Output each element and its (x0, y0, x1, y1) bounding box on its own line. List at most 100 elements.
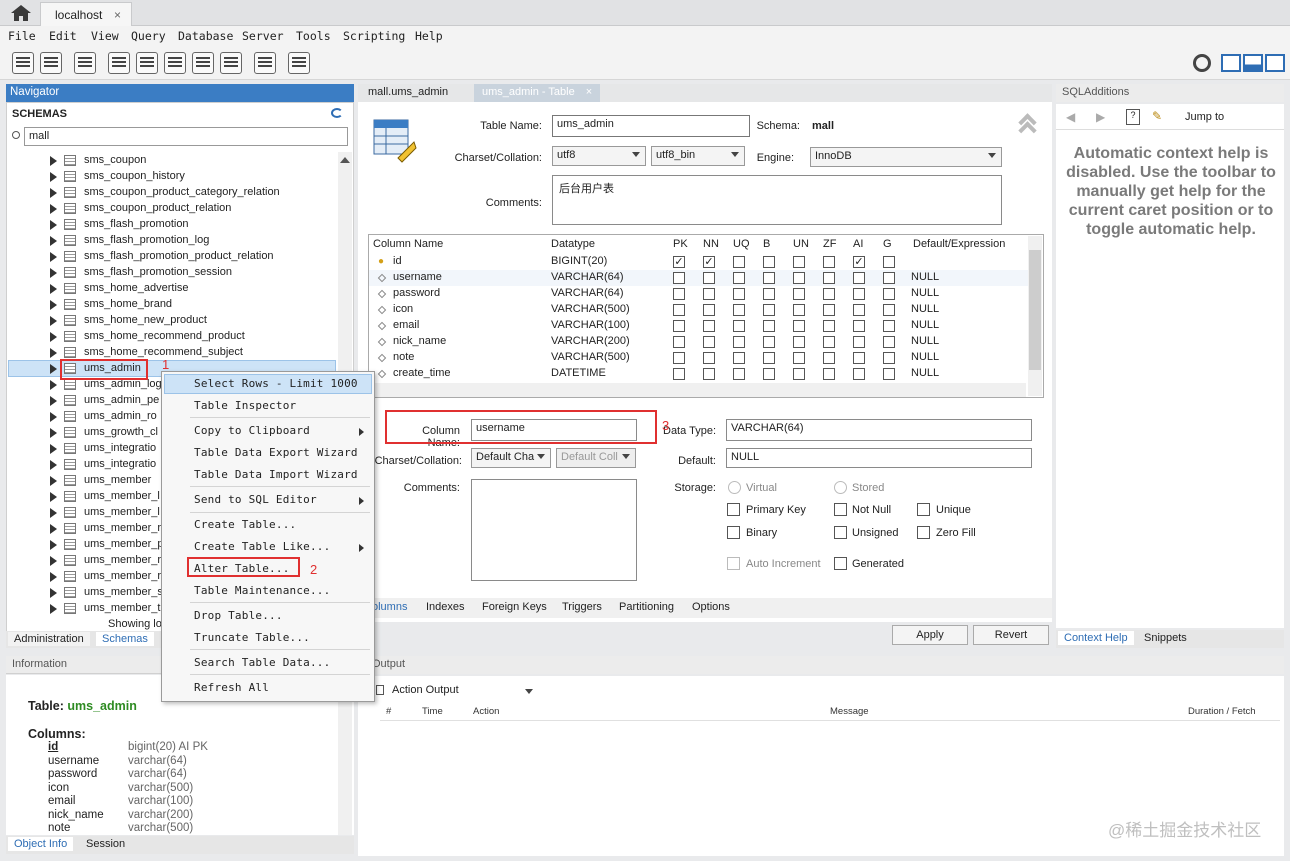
expand-arrow-icon[interactable] (50, 556, 57, 566)
grid-flag-checkbox[interactable] (733, 288, 745, 300)
grid-flag-checkbox[interactable] (733, 304, 745, 316)
create-procedure-icon[interactable] (192, 52, 214, 74)
menu-item-import-wizard[interactable]: Table Data Import Wizard (194, 468, 358, 481)
expand-arrow-icon[interactable] (50, 492, 57, 502)
grid-flag-checkbox[interactable] (793, 336, 805, 348)
grid-row[interactable]: icon VARCHAR(500) NULL (369, 302, 1029, 318)
grid-row[interactable]: note VARCHAR(500) NULL (369, 350, 1029, 366)
collapse-header-icon[interactable] (1018, 113, 1040, 140)
generated-checkbox[interactable] (834, 557, 847, 570)
tab-administration[interactable]: Administration (8, 632, 90, 646)
grid-row[interactable]: email VARCHAR(100) NULL (369, 318, 1029, 334)
grid-flag-checkbox[interactable] (883, 272, 895, 284)
grid-flag-checkbox[interactable] (703, 352, 715, 364)
open-sql-script-icon[interactable] (40, 52, 62, 74)
menu-item-truncate-table[interactable]: Truncate Table... (194, 631, 310, 644)
table-comments-input[interactable]: 后台用户表 (552, 175, 1002, 225)
expand-arrow-icon[interactable] (50, 204, 57, 214)
grid-row[interactable]: create_time DATETIME NULL (369, 366, 1029, 382)
expand-arrow-icon[interactable] (50, 220, 57, 230)
default-input[interactable]: NULL (726, 448, 1032, 468)
settings-gear-icon[interactable] (1193, 54, 1211, 72)
grid-header-zf[interactable]: ZF (823, 238, 836, 250)
tab-schemas[interactable]: Schemas (96, 632, 154, 646)
grid-flag-checkbox[interactable] (853, 272, 865, 284)
tab-indexes[interactable]: Indexes (426, 601, 465, 613)
grid-flag-checkbox[interactable] (823, 304, 835, 316)
expand-arrow-icon[interactable] (50, 284, 57, 294)
menu-view[interactable]: View (91, 29, 119, 43)
grid-flag-checkbox[interactable] (823, 320, 835, 332)
grid-flag-checkbox[interactable] (883, 288, 895, 300)
primary-key-checkbox[interactable] (727, 503, 740, 516)
tree-table-row[interactable]: sms_home_brand (50, 297, 340, 313)
expand-arrow-icon[interactable] (50, 476, 57, 486)
grid-flag-checkbox[interactable] (853, 256, 865, 268)
menu-item-select-rows[interactable]: Select Rows - Limit 1000 (194, 377, 358, 390)
tab-session[interactable]: Session (80, 837, 131, 851)
grid-flag-checkbox[interactable] (853, 304, 865, 316)
grid-flag-checkbox[interactable] (853, 288, 865, 300)
tab-partitioning[interactable]: Partitioning (619, 601, 674, 613)
auto-help-icon[interactable]: ✎ (1152, 109, 1162, 123)
expand-arrow-icon[interactable] (50, 236, 57, 246)
menu-item-create-table-like[interactable]: Create Table Like... (194, 540, 330, 553)
expand-arrow-icon[interactable] (50, 524, 57, 534)
grid-flag-checkbox[interactable] (733, 352, 745, 364)
menu-item-create-table[interactable]: Create Table... (194, 518, 296, 531)
apply-button[interactable]: Apply (892, 625, 968, 645)
grid-flag-checkbox[interactable] (733, 272, 745, 284)
grid-flag-checkbox[interactable] (673, 304, 685, 316)
tree-table-row[interactable]: sms_flash_promotion (50, 217, 340, 233)
grid-flag-checkbox[interactable] (703, 368, 715, 380)
virtual-radio[interactable] (728, 481, 741, 494)
grid-flag-checkbox[interactable] (793, 256, 805, 268)
expand-arrow-icon[interactable] (50, 268, 57, 278)
expand-arrow-icon[interactable] (50, 348, 57, 358)
create-schema-icon[interactable] (108, 52, 130, 74)
tab-context-help[interactable]: Context Help (1058, 631, 1134, 645)
expand-arrow-icon[interactable] (50, 172, 57, 182)
tab-table-editor[interactable]: ums_admin - Table × (474, 84, 601, 102)
tree-table-row[interactable]: sms_home_new_product (50, 313, 340, 329)
tree-table-row[interactable]: sms_coupon_product_relation (50, 201, 340, 217)
grid-flag-checkbox[interactable] (823, 256, 835, 268)
engine-select[interactable]: InnoDB (810, 147, 1002, 167)
grid-flag-checkbox[interactable] (703, 336, 715, 348)
grid-flag-checkbox[interactable] (733, 320, 745, 332)
create-table-icon[interactable] (136, 52, 158, 74)
zero-fill-checkbox[interactable] (917, 526, 930, 539)
expand-arrow-icon[interactable] (50, 460, 57, 470)
tab-options[interactable]: Options (692, 601, 730, 613)
tab-object-info[interactable]: Object Info (8, 837, 74, 851)
toggle-secondary-sidebar-icon[interactable] (1265, 54, 1285, 72)
menu-tools[interactable]: Tools (296, 29, 331, 43)
grid-flag-checkbox[interactable] (673, 256, 685, 268)
expand-arrow-icon[interactable] (50, 540, 57, 550)
menu-item-table-maintenance[interactable]: Table Maintenance... (194, 584, 330, 597)
expand-arrow-icon[interactable] (50, 332, 57, 342)
expand-arrow-icon[interactable] (50, 188, 57, 198)
new-sql-tab-icon[interactable] (12, 52, 34, 74)
toggle-sidebar-icon[interactable] (1221, 54, 1241, 72)
data-type-input[interactable]: VARCHAR(64) (726, 419, 1032, 441)
expand-arrow-icon[interactable] (50, 252, 57, 262)
grid-flag-checkbox[interactable] (883, 352, 895, 364)
grid-flag-checkbox[interactable] (703, 304, 715, 316)
revert-button[interactable]: Revert (973, 625, 1049, 645)
menu-edit[interactable]: Edit (49, 29, 77, 43)
menu-file[interactable]: File (8, 29, 36, 43)
grid-flag-checkbox[interactable] (823, 272, 835, 284)
unsigned-checkbox[interactable] (834, 526, 847, 539)
menu-item-table-inspector[interactable]: Table Inspector (194, 399, 296, 412)
table-name-input[interactable]: ums_admin (552, 115, 750, 137)
toggle-output-icon[interactable] (1243, 54, 1263, 72)
grid-flag-checkbox[interactable] (763, 336, 775, 348)
menu-item-copy-to-clipboard[interactable]: Copy to Clipboard (194, 424, 310, 437)
grid-flag-checkbox[interactable] (823, 368, 835, 380)
grid-flag-checkbox[interactable] (793, 288, 805, 300)
grid-flag-checkbox[interactable] (763, 272, 775, 284)
expand-arrow-icon[interactable] (50, 156, 57, 166)
grid-flag-checkbox[interactable] (793, 320, 805, 332)
close-tab-icon[interactable]: × (586, 86, 592, 98)
